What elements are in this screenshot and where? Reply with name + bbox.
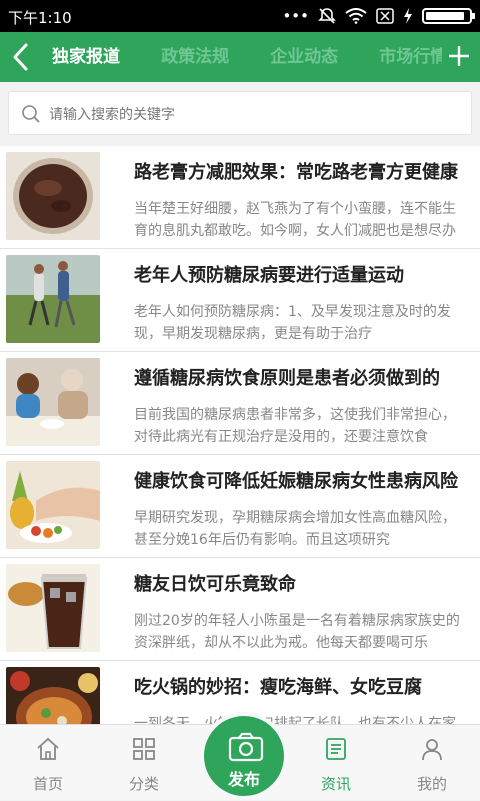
status-time: 下午1:10 (8, 9, 72, 27)
article-summary: 早期研究发现，孕期糖尿病会增加女性高血糖风险，甚至分娩16年后仍有影响。而且这项… (134, 510, 456, 548)
dots-icon: ••• (282, 7, 309, 25)
article-thumbnail (6, 255, 100, 343)
search-placeholder: 请输入搜索的关键字 (49, 107, 175, 123)
article-thumbnail (6, 152, 100, 240)
article-list: 路老膏方减肥效果：常吃路老膏方更健康 当年楚王好细腰，赵飞燕为了有个小蛮腰，连不… (0, 146, 480, 724)
mute-bell-icon (318, 8, 336, 24)
grid-icon (133, 738, 155, 760)
camera-icon (228, 732, 264, 762)
article-title: 吃火锅的妙招：瘦吃海鲜、女吃豆腐 (134, 677, 422, 698)
article-item[interactable]: 遵循糖尿病饮食原则是患者必须做到的 目前我国的糖尿病患者非常多，这使我们非常担心… (0, 352, 480, 455)
battery-icon (422, 8, 475, 24)
article-title: 路老膏方减肥效果：常吃路老膏方更健康 (134, 162, 458, 183)
article-item[interactable]: 路老膏方减肥效果：常吃路老膏方更健康 当年楚王好细腰，赵飞燕为了有个小蛮腰，连不… (0, 146, 480, 249)
article-summary: 目前我国的糖尿病患者非常多，这使我们非常担心，对待此病光有正规治疗是没用的，还要… (134, 407, 456, 445)
publish-button[interactable]: 发布 (200, 712, 288, 800)
search-area: 请输入搜索的关键字 (0, 82, 480, 146)
article-item[interactable]: 健康饮食可降低妊娠糖尿病女性患病风险 早期研究发现，孕期糖尿病会增加女性高血糖风… (0, 455, 480, 558)
tab-market[interactable]: 市场行情 (379, 32, 442, 82)
status-icons: ••• (282, 6, 475, 26)
wifi-icon (345, 8, 367, 24)
nav-home-label: 首页 (32, 775, 63, 793)
article-title: 糖友日饮可乐竟致命 (134, 574, 296, 595)
article-summary: 当年楚王好细腰，赵飞燕为了有个小蛮腰，连不能生育的息肌丸都敢吃。如今啊，女人们减… (134, 201, 456, 239)
publish-label: 发布 (227, 770, 260, 789)
article-item[interactable]: 老年人预防糖尿病要进行适量运动 老年人如何预防糖尿病：1、及早发现注意及时的发现… (0, 249, 480, 352)
article-summary: 一到冬天，火锅店门口排起了长队，也有不少人在家里吃火锅 (134, 716, 456, 724)
article-thumbnail (6, 358, 100, 446)
tab-company[interactable]: 企业动态 (270, 32, 338, 82)
user-icon (422, 739, 442, 761)
nav-home[interactable]: 首页 (0, 725, 96, 801)
nav-mine[interactable]: 我的 (384, 725, 480, 801)
article-thumbnail (6, 667, 100, 724)
search-icon (22, 105, 40, 123)
charging-icon (404, 8, 412, 24)
status-bar: 下午1:10 ••• (0, 0, 480, 32)
home-icon (37, 737, 59, 760)
article-summary: 刚过20岁的年轻人小陈虽是一名有着糖尿病家族史的资深胖纸，却从不以此为戒。他每天… (134, 613, 460, 651)
search-input[interactable]: 请输入搜索的关键字 (8, 91, 472, 135)
add-tab-icon[interactable] (444, 41, 474, 71)
article-summary: 老年人如何预防糖尿病：1、及早发现注意及时的发现，早期发现糖尿病，更是有助于治疗 (134, 304, 451, 342)
tab-policy[interactable]: 政策法规 (161, 32, 229, 82)
article-thumbnail (6, 564, 100, 652)
nav-news[interactable]: 资讯 (288, 725, 384, 801)
article-title: 健康饮食可降低妊娠糖尿病女性患病风险 (134, 471, 458, 492)
battery-fill (426, 12, 464, 20)
tab-exclusive[interactable]: 独家报道 (52, 32, 120, 82)
back-arrow-icon[interactable] (8, 40, 34, 74)
article-title: 遵循糖尿病饮食原则是患者必须做到的 (134, 368, 440, 389)
sim-x-icon (376, 8, 394, 24)
top-bar: 独家报道 政策法规 企业动态 市场行情 (0, 32, 480, 82)
nav-mine-label: 我的 (416, 775, 447, 793)
nav-news-label: 资讯 (320, 775, 351, 793)
article-thumbnail (6, 461, 100, 549)
category-tabs: 独家报道 政策法规 企业动态 市场行情 (52, 32, 442, 82)
nav-category[interactable]: 分类 (96, 725, 192, 801)
news-icon (326, 738, 346, 760)
nav-category-label: 分类 (128, 775, 159, 793)
article-title: 老年人预防糖尿病要进行适量运动 (134, 265, 404, 286)
article-item[interactable]: 糖友日饮可乐竟致命 刚过20岁的年轻人小陈虽是一名有着糖尿病家族史的资深胖纸，却… (0, 558, 480, 661)
